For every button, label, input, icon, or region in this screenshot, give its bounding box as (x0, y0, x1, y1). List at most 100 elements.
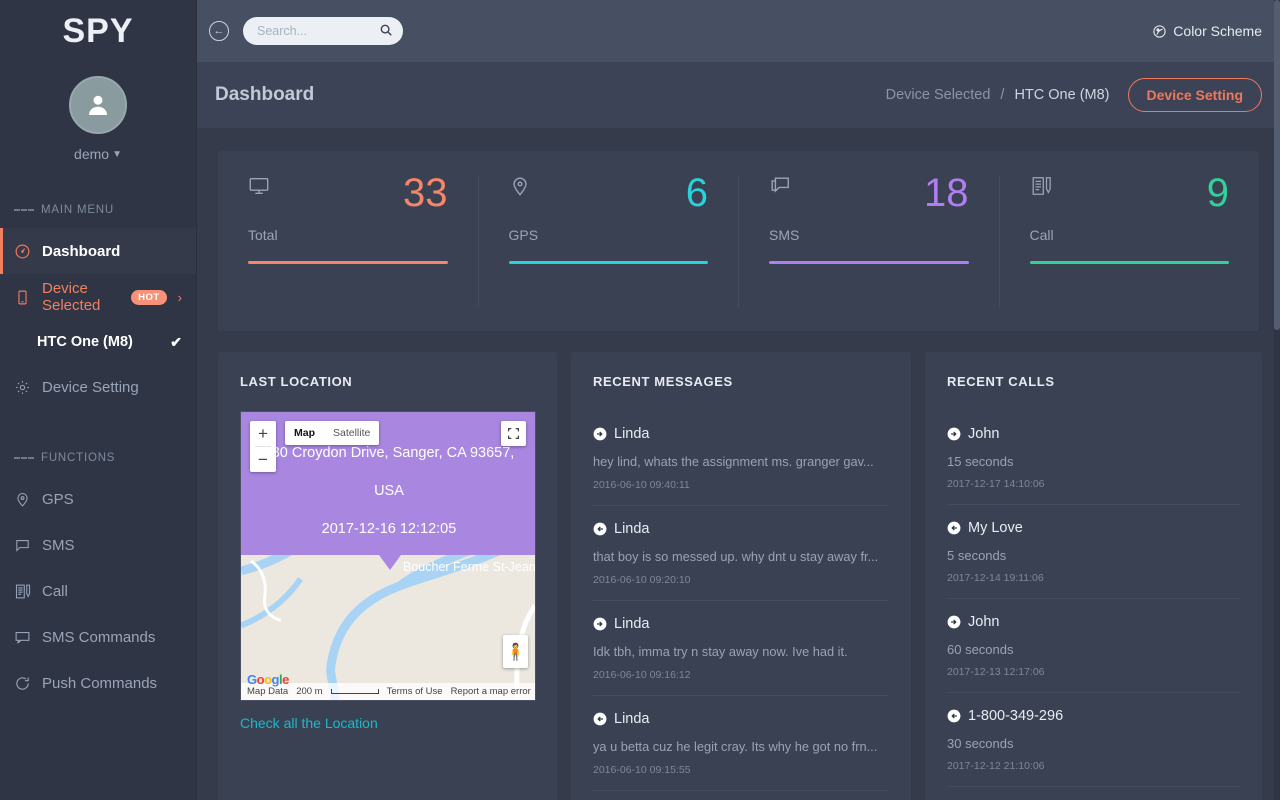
call-contact-name: My Love (968, 520, 1023, 536)
map-report-link[interactable]: Report a map error (451, 686, 531, 697)
call-row[interactable]: John 15 seconds 2017-12-17 14:10:06 (947, 411, 1240, 505)
location-pin-icon (14, 491, 31, 508)
functions-heading: FUNCTIONS (0, 452, 196, 464)
call-contact: My Love (947, 520, 1240, 536)
map-info-window-tail (379, 555, 401, 570)
recent-calls-panel: RECENT CALLS John 15 seconds 2017-12-17 … (925, 352, 1262, 800)
map-canvas[interactable]: 630 Croydon Drive, Sanger, CA 93657, USA… (240, 411, 536, 701)
call-time: 2017-12-17 14:10:06 (947, 478, 1240, 490)
sidebar-item-push-commands[interactable]: Push Commands (0, 660, 196, 706)
map-terms-link[interactable]: Terms of Use (387, 686, 443, 697)
sidebar-device-label: HTC One (M8) (37, 334, 133, 350)
map-type-map-button[interactable]: Map (285, 421, 324, 445)
stat-gps: 6 GPS (479, 175, 740, 307)
sidebar-item-call[interactable]: Call (0, 568, 196, 614)
color-scheme-label: Color Scheme (1173, 23, 1262, 39)
fullscreen-icon (507, 427, 520, 440)
outgoing-arrow-icon (947, 615, 961, 629)
call-contact-name: 1-800-349-296 (968, 708, 1063, 724)
profile-name-label: demo (74, 146, 109, 162)
sidebar-item-dashboard[interactable]: Dashboard (0, 228, 196, 274)
stat-total: 33 Total (218, 175, 479, 307)
call-contact-name: John (968, 614, 999, 630)
gear-icon (14, 379, 31, 396)
color-scheme-icon (1152, 24, 1167, 39)
call-log-icon (1030, 175, 1052, 197)
map-type-control: Map Satellite (285, 421, 379, 445)
sidebar-item-gps[interactable]: GPS (0, 476, 196, 522)
user-avatar-icon (83, 90, 113, 120)
breadcrumb-separator: / (1000, 87, 1004, 103)
outgoing-arrow-icon (593, 427, 607, 441)
incoming-arrow-icon (593, 522, 607, 536)
call-contact: John (947, 426, 1240, 442)
sidebar-item-device-setting[interactable]: Device Setting (0, 364, 196, 410)
page-scrollbar[interactable] (1274, 0, 1280, 800)
map-scale-label: 200 m (296, 686, 322, 697)
device-setting-button[interactable]: Device Setting (1128, 78, 1262, 112)
message-row[interactable]: Linda that boy is so messed up. why dnt … (593, 506, 889, 601)
sidebar-item-push-commands-label: Push Commands (42, 675, 157, 692)
brand-logo[interactable]: SPY (0, 0, 196, 62)
recent-messages-title: RECENT MESSAGES (593, 374, 889, 389)
message-contact: Linda (593, 616, 889, 632)
outgoing-arrow-icon (947, 427, 961, 441)
sidebar-item-device-selected-label: Device Selected (42, 280, 116, 314)
sidebar-item-sms[interactable]: SMS (0, 522, 196, 568)
message-row[interactable]: Linda ya u betta cuz he legit cray. Its … (593, 696, 889, 791)
stat-call-bar (1030, 261, 1230, 264)
call-row[interactable]: 1-800-349-296 30 seconds 2017-12-12 21:1… (947, 693, 1240, 787)
message-contact: Linda (593, 426, 889, 442)
color-scheme-button[interactable]: Color Scheme (1152, 23, 1262, 39)
chat-bubble-icon (769, 175, 791, 197)
sidebar-item-device-selected[interactable]: Device Selected HOT › (0, 274, 196, 320)
map-timestamp: 2017-12-16 12:12:05 (241, 510, 536, 548)
map-zoom-in-button[interactable]: + (250, 421, 276, 446)
dashboard-icon (14, 243, 31, 260)
stat-gps-label: GPS (509, 227, 709, 243)
topbar: ← Color Scheme (197, 0, 1280, 62)
recent-calls-title: RECENT CALLS (947, 374, 1240, 389)
map-type-satellite-button[interactable]: Satellite (324, 421, 379, 445)
map-data-label[interactable]: Map Data (247, 686, 288, 697)
breadcrumb-current: HTC One (M8) (1014, 87, 1109, 103)
breadcrumb-parent[interactable]: Device Selected (886, 87, 991, 103)
message-contact-name: Linda (614, 616, 649, 632)
map-fullscreen-button[interactable] (501, 421, 526, 446)
sidebar-item-htc-one-m8[interactable]: HTC One (M8) ✔ (0, 320, 196, 364)
dash-divider-icon (14, 209, 34, 211)
check-all-location-link[interactable]: Check all the Location (240, 715, 378, 731)
last-location-panel: LAST LOCATION 630 Croydon Drive, Sanger,… (218, 352, 557, 800)
call-duration: 30 seconds (947, 736, 1240, 751)
main-menu-heading: MAIN MENU (0, 204, 196, 216)
recent-messages-panel: RECENT MESSAGES Linda hey lind, whats th… (571, 352, 911, 800)
stat-total-bar (248, 261, 448, 264)
map-pegman-button[interactable]: 🧍 (503, 635, 528, 668)
call-time: 2017-12-12 21:10:06 (947, 760, 1240, 772)
message-row[interactable]: Linda hey lind, whats the assignment ms.… (593, 411, 889, 506)
message-time: 2016-06-10 09:15:55 (593, 764, 889, 776)
map-scale-bar (331, 689, 379, 694)
call-row[interactable]: John 60 seconds 2017-12-13 12:17:06 (947, 599, 1240, 693)
sidebar-item-call-label: Call (42, 583, 68, 600)
message-time: 2016-06-10 09:20:10 (593, 574, 889, 586)
page-title: Dashboard (215, 84, 314, 106)
avatar[interactable] (69, 76, 127, 134)
message-text: hey lind, whats the assignment ms. grang… (593, 454, 889, 469)
chat-bubble-icon (14, 537, 31, 554)
outgoing-arrow-icon (593, 617, 607, 631)
call-row[interactable]: My Love 5 seconds 2017-12-14 19:11:06 (947, 505, 1240, 599)
message-time: 2016-06-10 09:40:11 (593, 479, 889, 491)
page-scrollbar-thumb[interactable] (1274, 0, 1280, 330)
map-footer: Google Map Data 200 m Terms of Use Repor… (241, 683, 535, 700)
message-contact-name: Linda (614, 426, 649, 442)
map-zoom-out-button[interactable]: − (250, 447, 276, 472)
sidebar-item-sms-commands[interactable]: SMS Commands (0, 614, 196, 660)
profile-name-dropdown[interactable]: demo▼ (0, 146, 196, 162)
message-text: Idk tbh, imma try n stay away now. Ive h… (593, 644, 889, 659)
incoming-arrow-icon (947, 521, 961, 535)
search-icon[interactable] (379, 23, 393, 42)
incoming-arrow-icon (593, 712, 607, 726)
collapse-left-icon[interactable]: ← (209, 21, 229, 41)
message-row[interactable]: Linda Idk tbh, imma try n stay away now.… (593, 601, 889, 696)
